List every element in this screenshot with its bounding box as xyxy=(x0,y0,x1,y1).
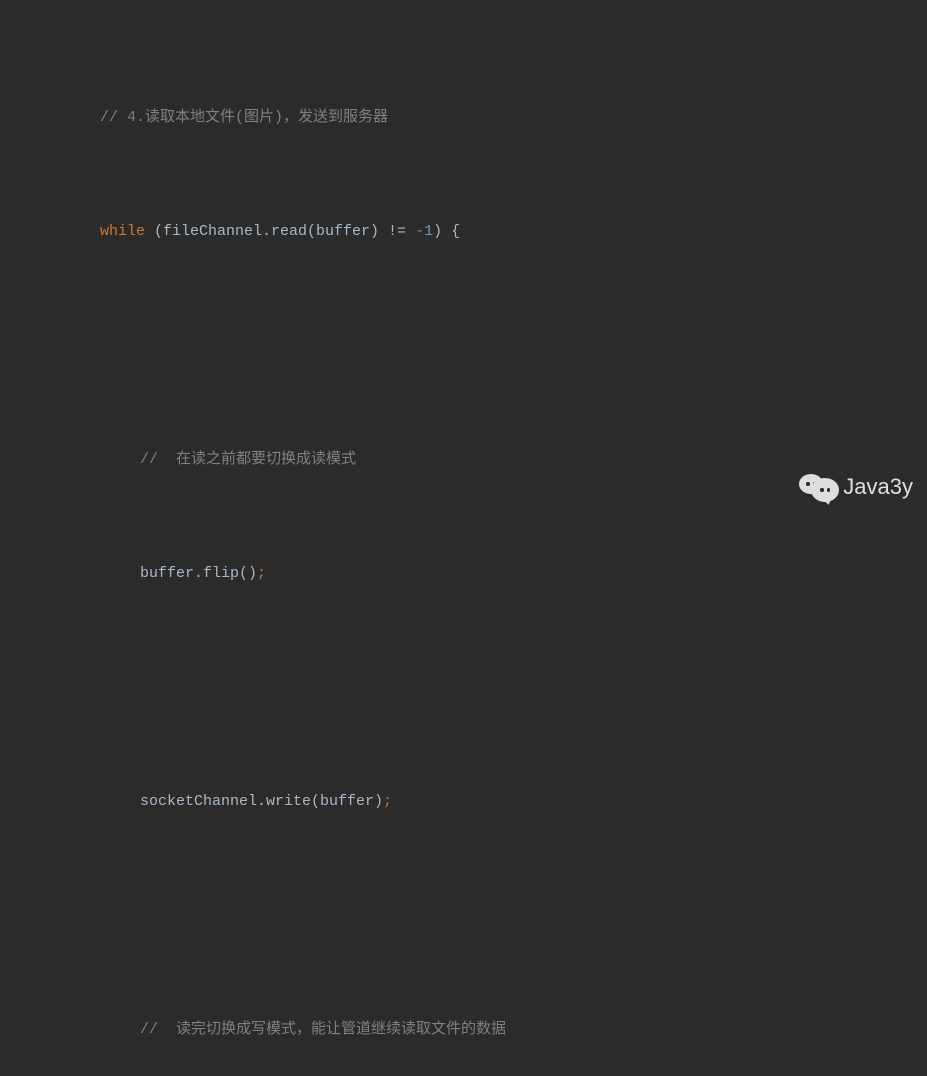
blank-line xyxy=(0,332,927,361)
code-line: // 4.读取本地文件(图片)，发送到服务器 xyxy=(0,104,927,133)
comment: // 在读之前都要切换成读模式 xyxy=(140,451,356,468)
code-line: // 在读之前都要切换成读模式 xyxy=(0,446,927,475)
blank-line xyxy=(0,674,927,703)
comment: // 4.读取本地文件(图片)，发送到服务器 xyxy=(100,109,388,126)
watermark: Java3y xyxy=(799,466,913,508)
code-line: while (fileChannel.read(buffer) != -1) { xyxy=(0,218,927,247)
watermark-text: Java3y xyxy=(843,466,913,508)
blank-line xyxy=(0,902,927,931)
comment: // 读完切换成写模式，能让管道继续读取文件的数据 xyxy=(140,1021,506,1038)
code-line: socketChannel.write(buffer); xyxy=(0,788,927,817)
code-editor[interactable]: // 4.读取本地文件(图片)，发送到服务器 while (fileChanne… xyxy=(0,0,927,1076)
code-line: // 读完切换成写模式，能让管道继续读取文件的数据 xyxy=(0,1016,927,1045)
keyword-while: while xyxy=(100,223,145,240)
wechat-icon xyxy=(799,470,837,504)
code-line: buffer.flip(); xyxy=(0,560,927,589)
